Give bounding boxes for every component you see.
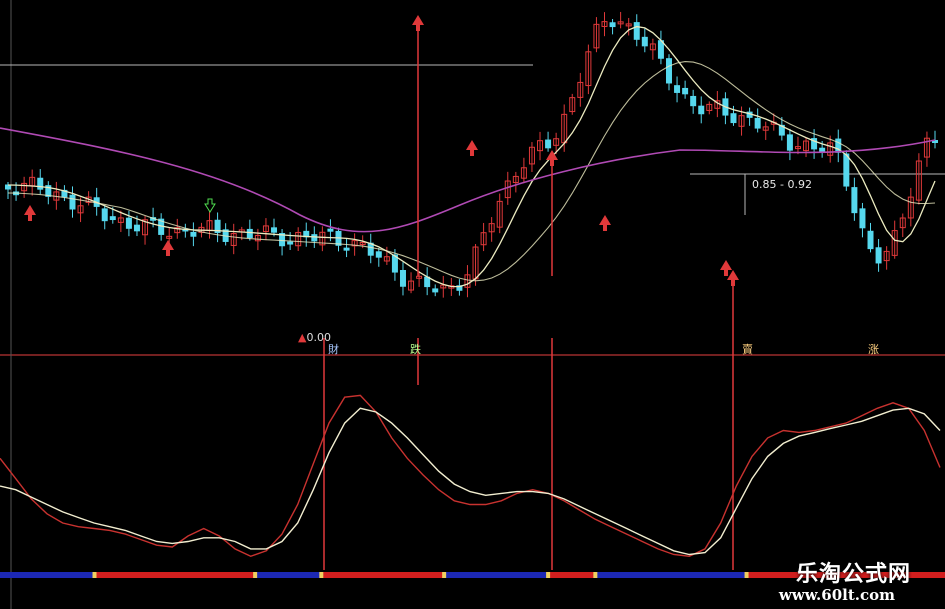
candle-body <box>69 194 76 210</box>
signal-bar-segment <box>444 572 549 578</box>
signal-bar-segment <box>94 572 256 578</box>
candle-body <box>690 95 697 107</box>
candle-body <box>859 208 866 229</box>
watermark-url: www.60lt.com <box>778 586 895 604</box>
signal-marker-4: 涨 <box>868 343 879 356</box>
buy-arrow <box>727 270 739 286</box>
watermark-title: 乐淘公式网 <box>795 562 911 587</box>
candle-body <box>633 22 640 40</box>
signal-bar-segment <box>548 572 596 578</box>
small-arrow <box>720 260 732 276</box>
candle-body <box>125 217 132 229</box>
signal-marker-1: 財 <box>328 343 339 356</box>
signal-bar-tick <box>319 572 324 578</box>
candle-body <box>101 208 108 222</box>
candle-body <box>754 117 761 129</box>
signal-marker-3: 賣 <box>742 343 753 356</box>
candle-body <box>190 231 197 237</box>
candle-body <box>730 113 737 124</box>
candle-body <box>867 230 874 250</box>
ma-mid-line <box>7 61 936 282</box>
signal-bar-segment <box>0 572 95 578</box>
signal-bar-tick <box>593 572 598 578</box>
candle-body <box>545 139 552 149</box>
candle-body <box>343 247 350 251</box>
small-arrow <box>599 215 611 231</box>
candle-body <box>327 228 334 232</box>
candle-body <box>851 187 858 214</box>
small-arrow <box>466 140 478 156</box>
buy-arrow <box>412 15 424 31</box>
candle-body <box>271 227 278 233</box>
candle-body <box>424 276 431 288</box>
range-label: 0.85 - 0.92 <box>752 178 812 191</box>
signal-bar-tick <box>92 572 97 578</box>
candle-body <box>311 234 318 242</box>
candle-body <box>375 251 382 258</box>
chart-stage: ▲0.00 0.85 - 0.92 財 跌 賣 涨 乐淘公式网 www.60lt… <box>0 0 945 609</box>
signal-bar-segment <box>321 572 445 578</box>
candle-body <box>287 241 294 245</box>
candle-body <box>109 216 116 221</box>
down-arrow-green <box>204 198 216 213</box>
candle-body <box>674 85 681 93</box>
ma-short-line <box>7 25 936 288</box>
candle-body <box>698 105 705 115</box>
signal-bar-tick <box>442 572 447 578</box>
candle-body <box>657 40 664 59</box>
candle-body <box>37 177 44 190</box>
candle-body <box>133 224 140 232</box>
small-arrow <box>24 205 36 221</box>
candle-body <box>665 58 672 84</box>
signal-bar-segment <box>595 572 747 578</box>
small-arrow <box>162 240 174 256</box>
candle-body <box>682 87 689 95</box>
candle-body <box>609 22 616 28</box>
candle-body <box>843 153 850 187</box>
candle-body <box>246 228 253 239</box>
oscillator-fast-line <box>0 394 941 558</box>
price-annotation: ▲0.00 <box>298 331 331 344</box>
candle-body <box>819 147 826 153</box>
candle-body <box>432 288 439 293</box>
candle-body <box>786 134 793 151</box>
stock-chart <box>0 0 945 609</box>
signal-bar-segment <box>255 572 322 578</box>
signal-bar-tick <box>744 572 749 578</box>
oscillator-slow-line <box>0 407 941 556</box>
candle-body <box>641 36 648 47</box>
signal-marker-2: 跌 <box>410 343 421 356</box>
signal-bar-tick <box>546 572 551 578</box>
signal-bar-tick <box>253 572 258 578</box>
candle-body <box>875 247 882 264</box>
candle-body <box>399 270 406 287</box>
